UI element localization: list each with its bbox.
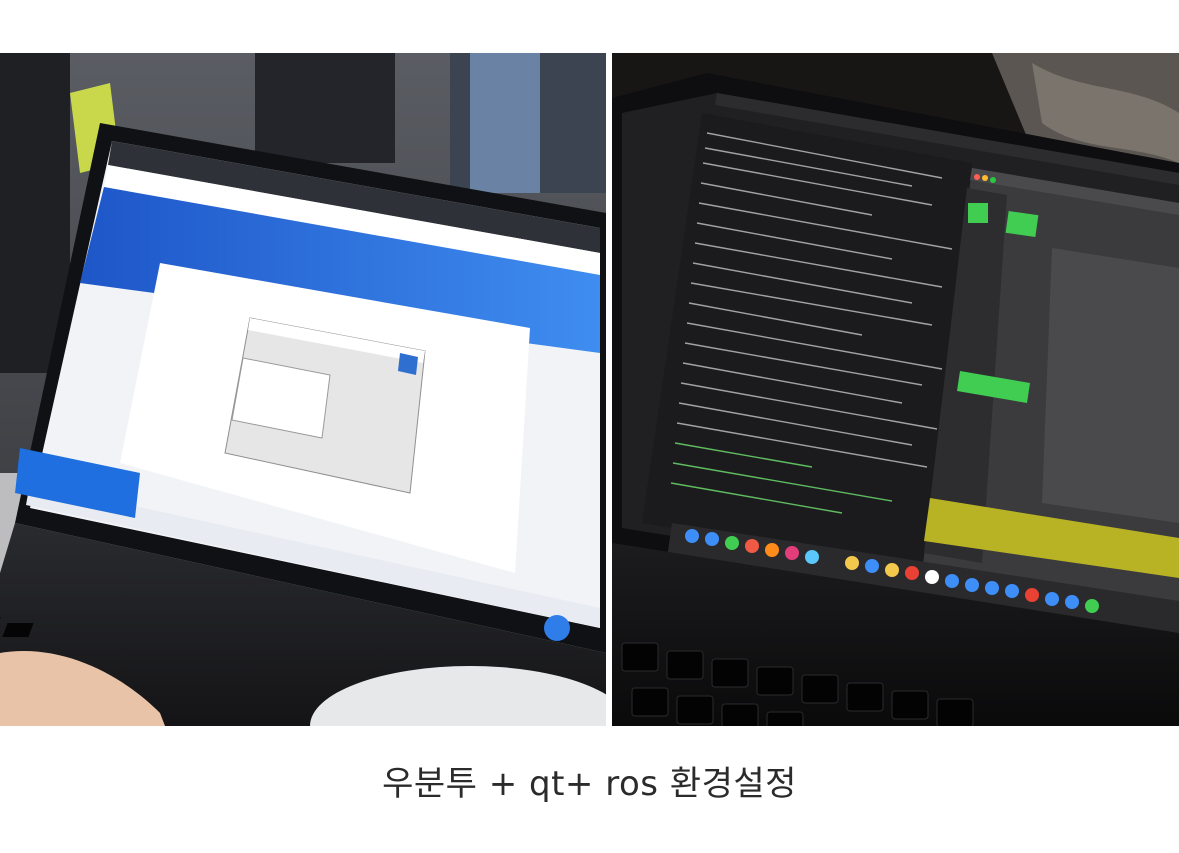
photo-left-scene <box>0 53 606 726</box>
photo-right-scene <box>612 53 1179 726</box>
photo-right <box>612 53 1179 726</box>
photo-caption: 우분투 + qt+ ros 환경설정 <box>382 764 797 804</box>
photo-left <box>0 53 606 726</box>
